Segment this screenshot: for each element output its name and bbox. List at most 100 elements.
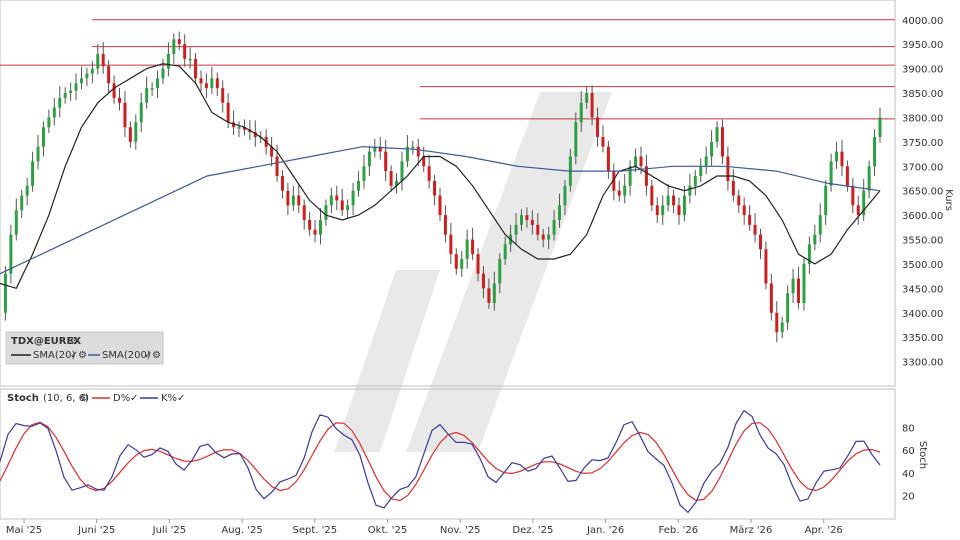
candle-body <box>481 273 485 289</box>
candle-body <box>465 239 469 260</box>
candle-body <box>85 73 89 79</box>
candle-body <box>297 195 301 206</box>
candle-body <box>758 234 762 250</box>
candle-body <box>291 195 295 206</box>
candle-body <box>514 224 518 235</box>
chart-stage: 3300.00 3350.00 3400.00 3450.00 3500.00 3550.… <box>0 0 960 540</box>
y-tick-label: 3650.00 <box>902 187 943 198</box>
candle-body <box>63 93 67 98</box>
candle-body <box>79 78 83 84</box>
candle-body <box>275 156 279 177</box>
checkmark-icon[interactable]: ✓ <box>177 393 185 404</box>
checkmark-icon[interactable]: ✓ <box>130 393 138 404</box>
candle-body <box>454 254 458 269</box>
settings-icon[interactable]: ⚙ <box>152 350 161 361</box>
candle-body <box>764 249 768 284</box>
candle-body <box>558 205 562 220</box>
candle-body <box>699 166 703 177</box>
candle-body <box>639 156 643 167</box>
settings-icon[interactable]: ⚙ <box>80 393 89 404</box>
candle-body <box>628 166 632 186</box>
candle-body <box>492 283 496 303</box>
settings-icon[interactable]: ⚙ <box>70 336 79 347</box>
candle-body <box>188 58 192 61</box>
candle-body <box>471 239 475 255</box>
candle-body <box>47 117 51 128</box>
candle-body <box>194 58 198 79</box>
stoch-k-label: K% <box>161 393 177 404</box>
stoch-d-label: D% <box>113 393 130 404</box>
y-tick-label: 3700.00 <box>902 162 943 173</box>
candle-body <box>563 185 567 206</box>
candle-body <box>384 151 388 172</box>
candle-body <box>579 102 583 123</box>
y-tick-label: 3350.00 <box>902 333 943 344</box>
candle-body <box>318 219 322 235</box>
candle-body <box>204 83 208 89</box>
candle-body <box>742 205 746 216</box>
candle-body <box>552 219 556 235</box>
candle-body <box>329 195 333 206</box>
candle-body <box>101 53 105 67</box>
candle-body <box>590 93 594 118</box>
candle-body <box>720 127 724 157</box>
candle-body <box>840 151 844 167</box>
candle-body <box>682 195 686 216</box>
y-tick-label: 3500.00 <box>902 260 943 271</box>
candle-body <box>107 66 111 84</box>
candle-body <box>715 127 719 142</box>
candle-body <box>145 88 149 103</box>
candle-body <box>286 190 290 206</box>
candle-body <box>802 263 806 303</box>
x-tick-label: Jan. '26 <box>586 525 624 536</box>
candle-body <box>813 234 817 245</box>
candle-body <box>873 136 877 167</box>
candle-body <box>14 210 18 235</box>
candle-body <box>389 171 393 186</box>
candle-body <box>351 190 355 206</box>
price-chart: 3300.00 3350.00 3400.00 3450.00 3500.00 3550.… <box>0 0 960 540</box>
x-tick-label: März '26 <box>730 525 773 536</box>
candle-body <box>829 161 833 186</box>
x-tick-label: Mai '25 <box>6 525 42 536</box>
candle-body <box>367 151 371 167</box>
candle-body <box>824 185 828 216</box>
candle-body <box>601 136 605 147</box>
candle-body <box>672 195 676 206</box>
candle-body <box>118 97 122 103</box>
candle-body <box>666 195 670 206</box>
candle-body <box>878 117 882 137</box>
candle-body <box>166 53 170 69</box>
y-tick-label: 3950.00 <box>902 40 943 51</box>
x-tick-label: Juli '25 <box>152 525 187 536</box>
candle-body <box>731 180 735 196</box>
y-tick-label: 3600.00 <box>902 211 943 222</box>
settings-icon[interactable]: ⚙ <box>78 350 87 361</box>
candle-body <box>835 151 839 162</box>
candle-body <box>775 312 779 333</box>
y-tick-label: 3800.00 <box>902 113 943 124</box>
candle-body <box>112 83 116 98</box>
candle-body <box>617 190 621 196</box>
y-tick-label: 3450.00 <box>902 284 943 295</box>
y-tick-label: 3900.00 <box>902 65 943 76</box>
candle-body <box>596 117 600 137</box>
candle-body <box>737 195 741 206</box>
candle-body <box>177 39 181 45</box>
candle-body <box>41 127 45 147</box>
y-tick-label: 3850.00 <box>902 89 943 100</box>
candle-body <box>585 93 589 103</box>
candle-body <box>780 322 784 333</box>
candle-body <box>215 78 219 89</box>
candle-body <box>226 102 230 123</box>
y-tick-label: 3300.00 <box>902 358 943 369</box>
x-tick-label: Juni '25 <box>77 525 115 536</box>
candle-body <box>476 254 480 274</box>
x-tick-label: Sept. '25 <box>292 525 337 536</box>
candle-body <box>302 205 306 220</box>
candle-body <box>487 288 491 303</box>
candle-body <box>357 180 361 191</box>
candle-body <box>36 146 40 162</box>
candle-body <box>519 215 523 225</box>
candle-body <box>400 161 404 181</box>
